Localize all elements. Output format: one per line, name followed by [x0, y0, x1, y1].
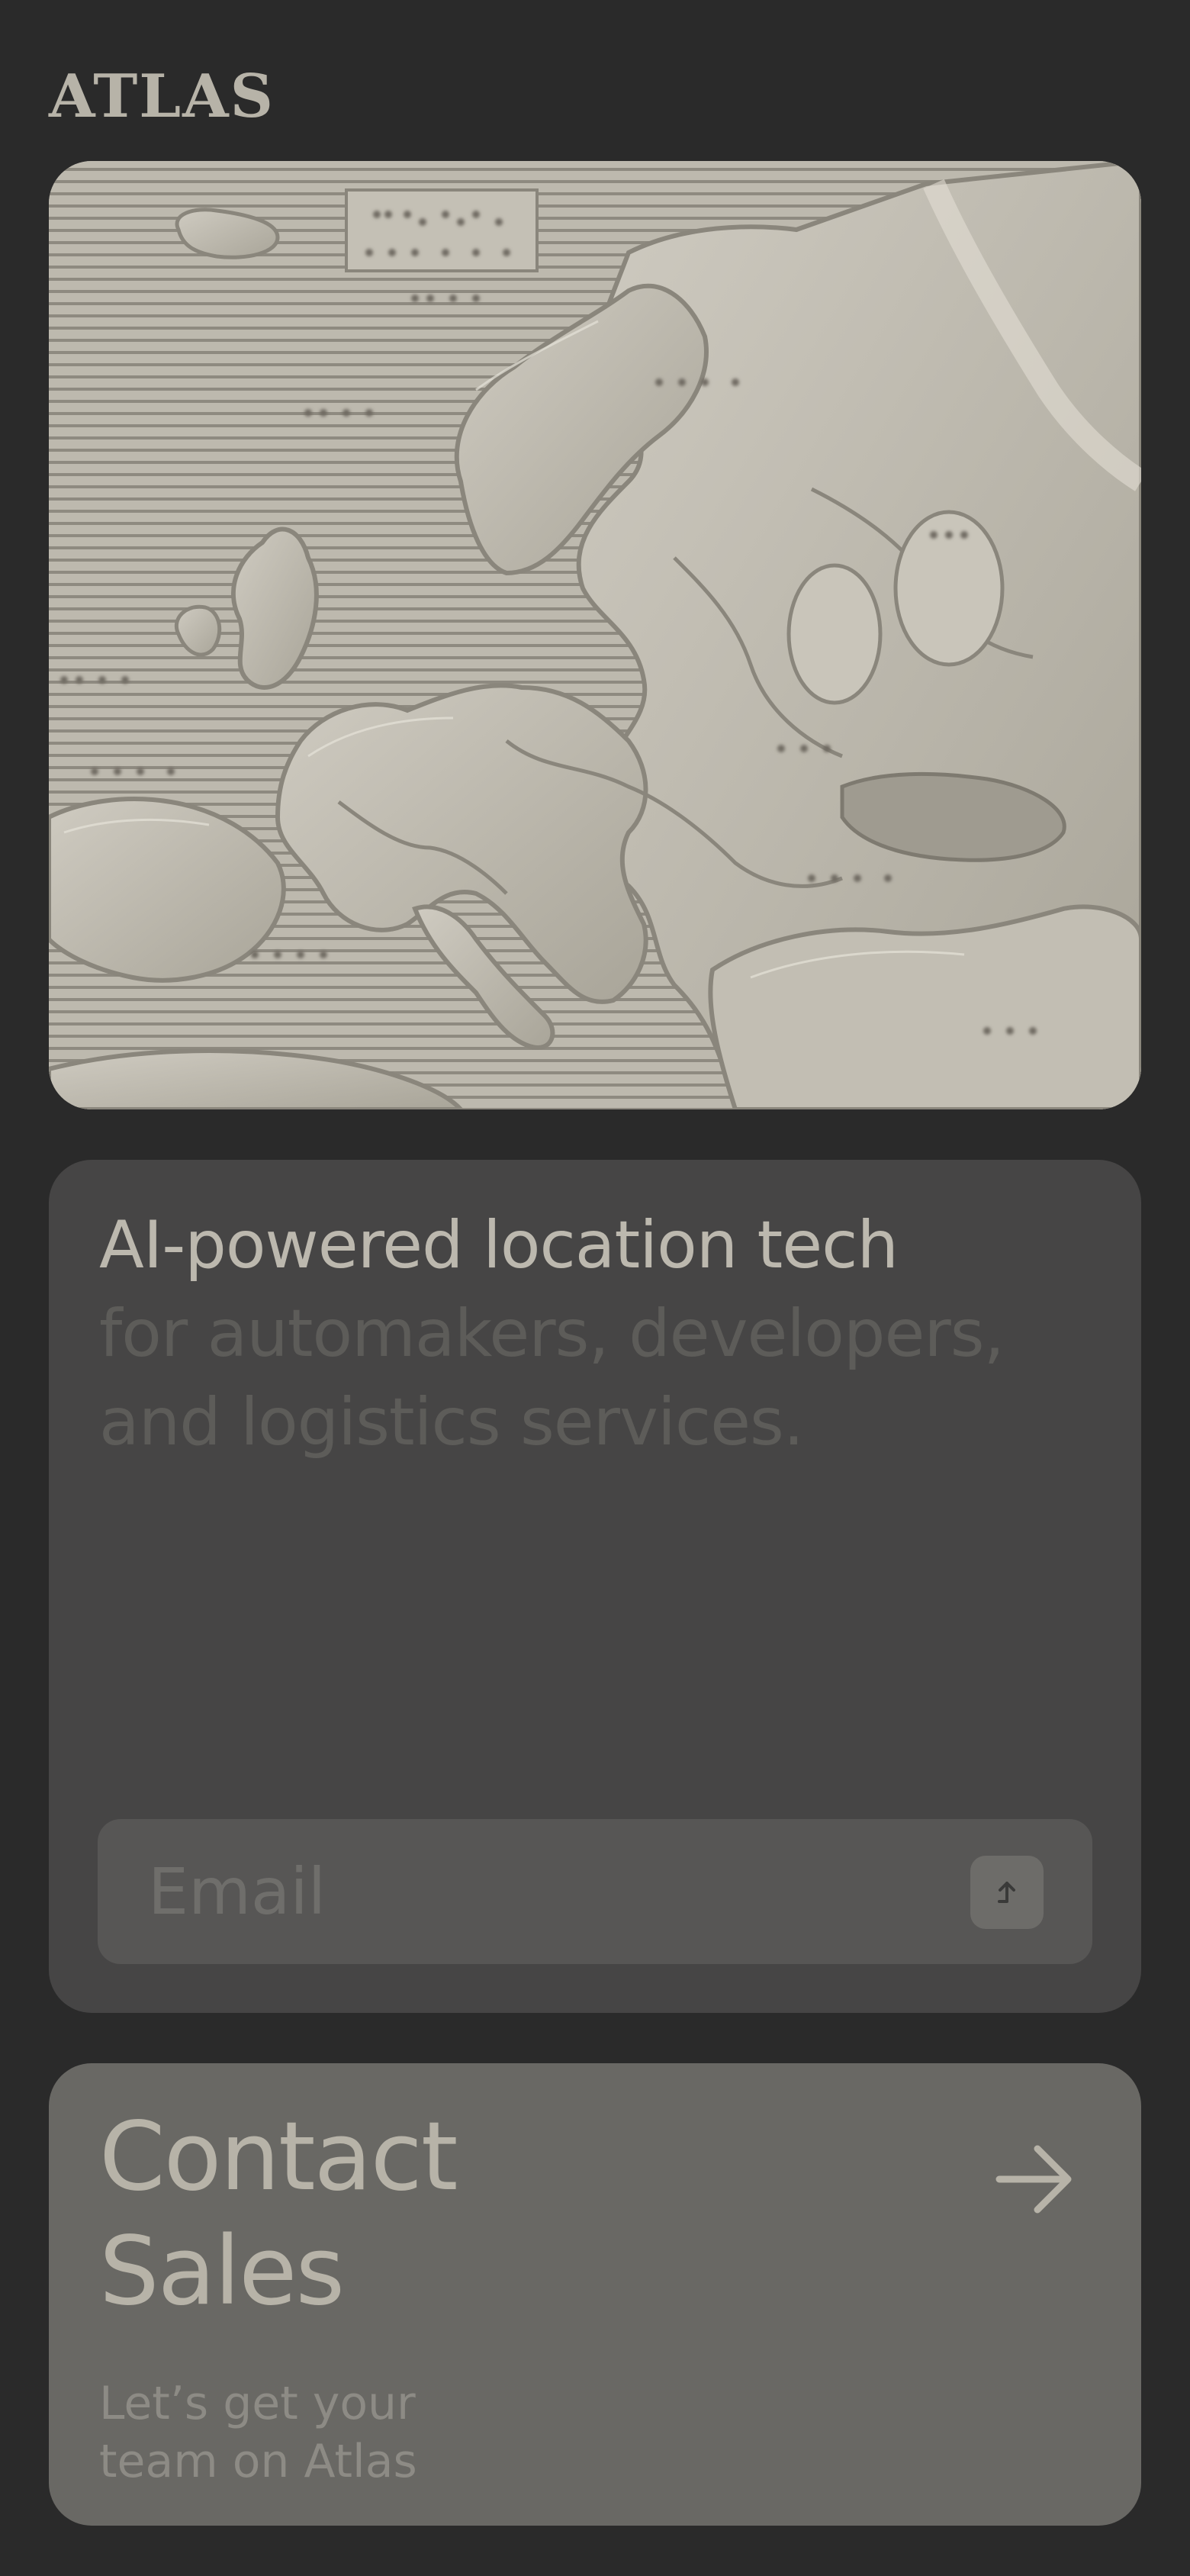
- contact-title-line2: Sales: [99, 2217, 345, 2326]
- arrow-right-icon[interactable]: [992, 2136, 1077, 2222]
- email-signup-field[interactable]: [98, 1819, 1092, 1964]
- contact-subtitle-line2: team on Atlas: [99, 2435, 417, 2488]
- atlas-logo[interactable]: ATLAS: [49, 67, 275, 127]
- hero-map-image: [49, 161, 1141, 1109]
- contact-sales-title: Contact Sales: [99, 2100, 786, 2329]
- tagline-subline: for automakers, developers, and logistic…: [99, 1296, 1005, 1460]
- relief-map-illustration: [49, 161, 1141, 1109]
- tagline-headline: AI-powered location tech: [99, 1207, 899, 1283]
- contact-sales-subtitle: Let’s get your team on Atlas: [99, 2375, 633, 2491]
- contact-title-line1: Contact: [99, 2102, 458, 2212]
- arrow-up-icon: [998, 1882, 1015, 1903]
- email-input[interactable]: [98, 1819, 921, 1964]
- contact-sales-card[interactable]: Contact Sales Let’s get your team on Atl…: [49, 2063, 1141, 2526]
- email-submit-button[interactable]: [970, 1856, 1044, 1929]
- tagline-card: AI-powered location tech for automakers,…: [49, 1160, 1141, 2013]
- contact-subtitle-line1: Let’s get your: [99, 2377, 416, 2430]
